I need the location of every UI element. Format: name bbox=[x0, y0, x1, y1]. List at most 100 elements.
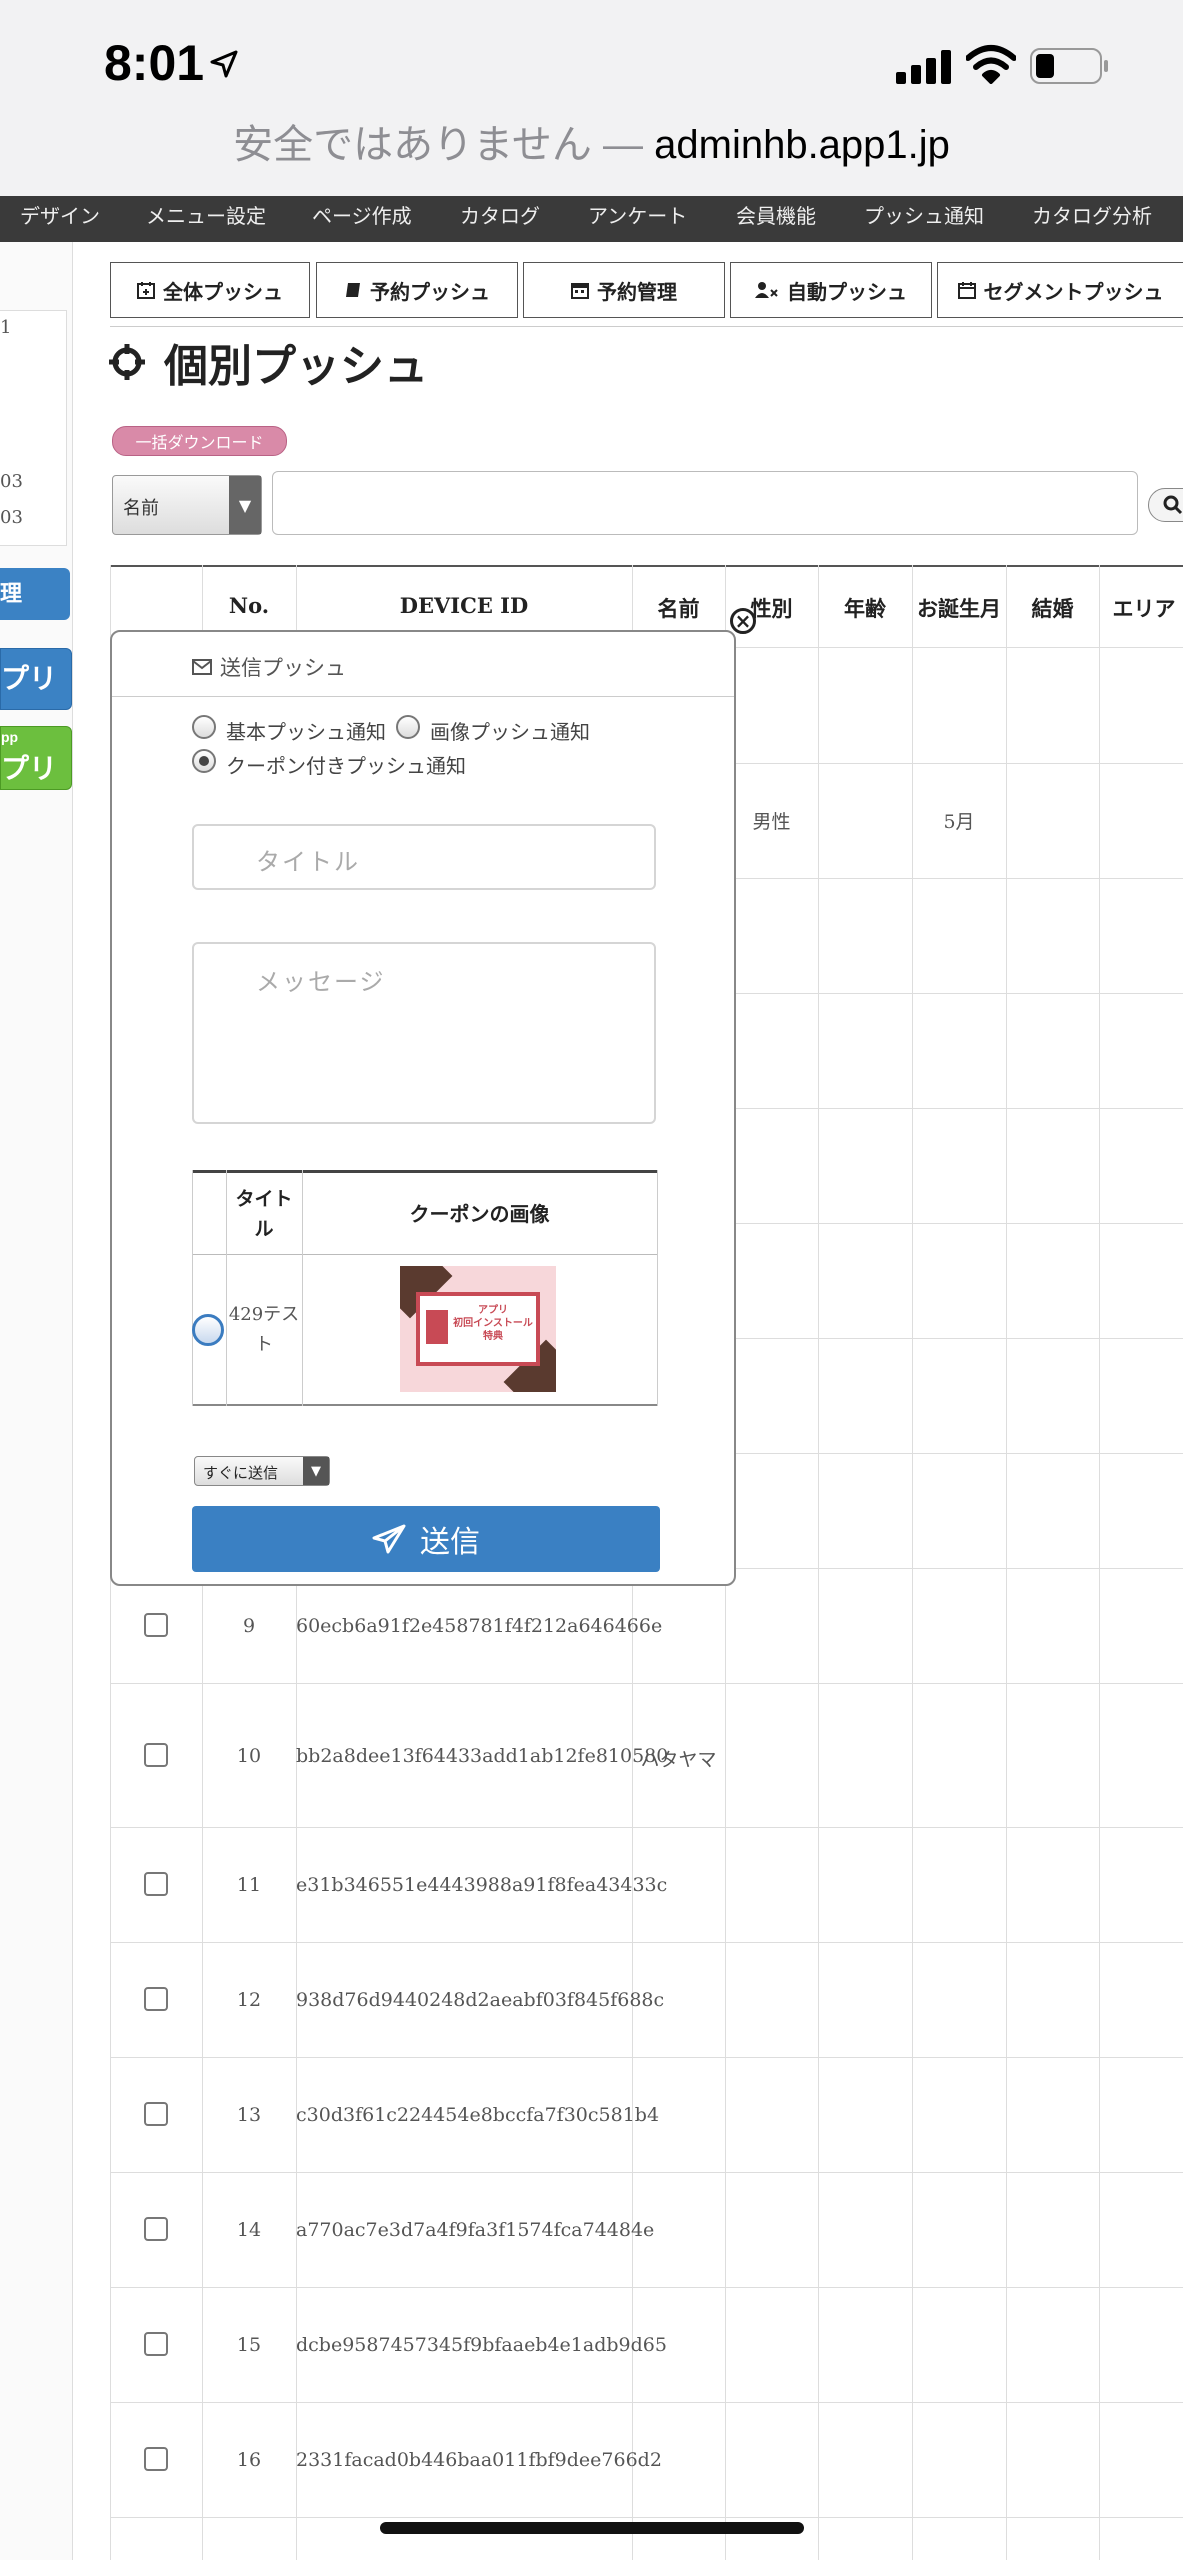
message-textarea[interactable]: メッセージ bbox=[192, 942, 656, 1124]
tab-auto-push[interactable]: 自動プッシュ bbox=[730, 262, 932, 318]
calendar-plus-icon bbox=[137, 282, 155, 299]
tab-label: セグメントプッシュ bbox=[983, 279, 1164, 304]
home-indicator[interactable] bbox=[380, 2522, 804, 2534]
send-timing-value: すぐに送信 bbox=[203, 1465, 279, 1482]
modal-header: 送信プッシュ bbox=[112, 632, 734, 697]
row-checkbox[interactable] bbox=[144, 1987, 168, 2011]
send-timing-select[interactable]: すぐに送信 ▼ bbox=[194, 1456, 330, 1486]
tab-segment-push[interactable]: セグメントプッシュ bbox=[937, 262, 1183, 318]
page-title-text: 個別プッシュ bbox=[164, 341, 428, 392]
row-device-id: 2331facad0b446baa011fbf9dee766d2 bbox=[296, 2449, 662, 2471]
coupon-image-text-1: アプリ bbox=[478, 1305, 508, 1316]
sidebar-manage-button[interactable]: 理 bbox=[0, 568, 70, 620]
row-device-id: a770ac7e3d7a4f9fa3f1574fca74484e bbox=[296, 2219, 655, 2241]
status-time: 8:01 bbox=[104, 35, 205, 91]
row-gender: 男性 bbox=[752, 811, 791, 833]
table-header-border bbox=[110, 565, 1183, 567]
coupon-col-title: タイトル bbox=[235, 1188, 293, 1240]
tab-label: 予約管理 bbox=[597, 279, 677, 304]
coupon-image-text-3: 特典 bbox=[483, 1331, 503, 1342]
close-icon[interactable]: × bbox=[730, 608, 756, 634]
search-input[interactable] bbox=[272, 471, 1138, 535]
search-button[interactable] bbox=[1148, 488, 1183, 522]
radio-coupon-push[interactable] bbox=[192, 749, 216, 773]
menu-item-catalog[interactable]: カタログ bbox=[460, 196, 540, 236]
crosshairs-icon bbox=[109, 344, 145, 380]
row-device-id: e31b346551e4443988a91f8fea43433c bbox=[296, 1874, 668, 1896]
coupon-row-title: 429テスト bbox=[228, 1304, 300, 1355]
search-field-select[interactable]: 名前 ▼ bbox=[112, 475, 262, 535]
row-checkbox[interactable] bbox=[144, 2447, 168, 2471]
radio-image-push[interactable] bbox=[396, 715, 420, 739]
column-header-device-id: DEVICE ID bbox=[399, 593, 529, 618]
coupon-image-text-2: 初回インストール bbox=[453, 1318, 533, 1329]
row-checkbox[interactable] bbox=[144, 1872, 168, 1896]
column-header-birth-month: お誕生月 bbox=[917, 596, 1001, 621]
radio-basic-push[interactable] bbox=[192, 715, 216, 739]
coupon-image: アプリ 初回インストール 特典 bbox=[400, 1266, 556, 1392]
sidebar-app-button-2-small: pp bbox=[1, 729, 19, 745]
row-no: 12 bbox=[236, 1989, 262, 2011]
column-header-marriage: 結婚 bbox=[1031, 596, 1074, 621]
sidebar-panel-line: 03 bbox=[0, 507, 23, 528]
tab-scheduled-push[interactable]: 予約プッシュ bbox=[316, 262, 518, 318]
row-device-id: 60ecb6a91f2e458781f4f212a646466e bbox=[296, 1615, 663, 1637]
browser-chrome: 8:01 安全ではありません — adminhb.app1.jp bbox=[0, 0, 1183, 196]
radio-coupon-push-label: クーポン付きプッシュ通知 bbox=[226, 754, 466, 778]
sidebar: 1 03 03 理 プリ pp プリ bbox=[0, 242, 73, 2560]
row-device-id: bb2a8dee13f64433add1ab12fe810580 bbox=[296, 1745, 669, 1767]
modal-title: 送信プッシュ bbox=[220, 656, 346, 680]
row-checkbox[interactable] bbox=[144, 1743, 168, 1767]
menu-item-member[interactable]: 会員機能 bbox=[736, 196, 816, 236]
tab-all-push[interactable]: 全体プッシュ bbox=[110, 262, 310, 318]
column-header-name: 名前 bbox=[657, 596, 700, 621]
chevron-down-icon: ▼ bbox=[229, 476, 261, 534]
row-no: 9 bbox=[242, 1615, 256, 1637]
menu-item-push[interactable]: プッシュ通知 bbox=[864, 196, 984, 236]
sidebar-app-button-2[interactable]: pp プリ bbox=[0, 726, 72, 790]
menu-item-survey[interactable]: アンケート bbox=[588, 196, 687, 236]
radio-image-push-label: 画像プッシュ通知 bbox=[430, 720, 590, 744]
row-no: 15 bbox=[236, 2334, 262, 2356]
row-no: 11 bbox=[236, 1874, 262, 1896]
sidebar-app-button[interactable]: プリ bbox=[0, 648, 72, 710]
column-header-no: No. bbox=[228, 593, 270, 618]
row-device-id: 938d76d9440248d2aeabf03f845f688c bbox=[296, 1989, 665, 2011]
row-checkbox[interactable] bbox=[144, 2102, 168, 2126]
sidebar-panel-line: 03 bbox=[0, 471, 23, 492]
url-domain: adminhb.app1.jp bbox=[654, 123, 950, 167]
menu-item-design[interactable]: デザイン bbox=[20, 196, 100, 236]
cellular-signal-icon bbox=[896, 50, 951, 84]
row-device-id: dcbe9587457345f9bfaaeb4e1adb9d65 bbox=[296, 2334, 667, 2356]
tab-label: 予約プッシュ bbox=[370, 279, 490, 304]
paper-plane-icon bbox=[372, 1524, 406, 1554]
search-icon bbox=[1163, 495, 1183, 515]
row-no: 10 bbox=[236, 1745, 262, 1767]
title-input[interactable]: タイトル bbox=[192, 824, 656, 890]
address-bar[interactable]: 安全ではありません — adminhb.app1.jp bbox=[0, 112, 1183, 170]
row-no: 14 bbox=[236, 2219, 262, 2241]
row-checkbox[interactable] bbox=[144, 2217, 168, 2241]
wifi-icon bbox=[966, 45, 1016, 84]
row-checkbox[interactable] bbox=[144, 2332, 168, 2356]
sidebar-panel-line: 1 bbox=[0, 317, 12, 338]
row-no: 16 bbox=[236, 2449, 262, 2471]
send-push-modal: 送信プッシュ 基本プッシュ通知 画像プッシュ通知 クーポン付きプッシュ通知 タイ… bbox=[110, 630, 736, 1586]
send-button[interactable]: 送信 bbox=[192, 1506, 660, 1572]
tab-schedule-management[interactable]: 予約管理 bbox=[523, 262, 725, 318]
row-name: ハタヤマ bbox=[640, 1749, 717, 1771]
sidebar-app-button-2-label: プリ bbox=[1, 753, 58, 784]
menu-item-catalog-analysis[interactable]: カタログ分析 bbox=[1032, 196, 1152, 236]
top-menu: デザイン メニュー設定 ページ作成 カタログ アンケート 会員機能 プッシュ通知… bbox=[0, 196, 1183, 242]
menu-item-page-create[interactable]: ページ作成 bbox=[312, 196, 412, 236]
message-placeholder: メッセージ bbox=[256, 968, 386, 996]
chevron-down-icon: ▼ bbox=[303, 1457, 329, 1485]
row-checkbox[interactable] bbox=[144, 1613, 168, 1637]
menu-item-menu-settings[interactable]: メニュー設定 bbox=[146, 196, 266, 236]
coupon-col-image: クーポンの画像 bbox=[409, 1202, 550, 1226]
bulk-download-button[interactable]: 一括ダウンロード bbox=[112, 426, 287, 456]
send-button-label: 送信 bbox=[420, 1525, 480, 1560]
book-icon bbox=[346, 283, 360, 297]
coupon-select-radio[interactable] bbox=[192, 1314, 224, 1346]
user-times-icon bbox=[755, 282, 778, 298]
